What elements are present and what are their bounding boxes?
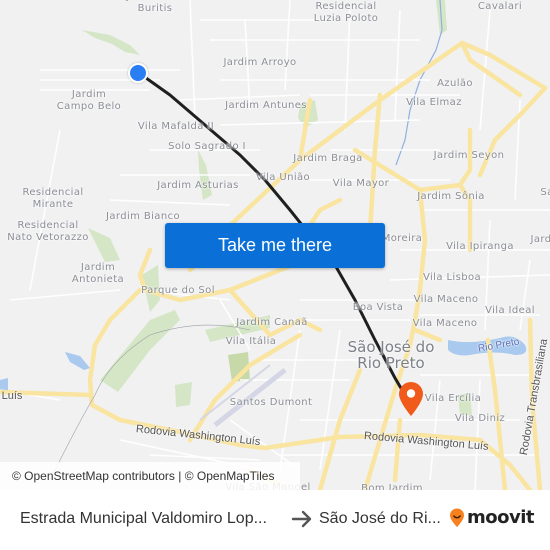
arrow-right-icon [291,510,312,528]
map-label-vila-mafalda-ii: Vila Mafalda II [137,121,215,132]
map-label-vila-ipiranga: Vila Ipiranga [446,241,514,252]
map-label-jardim-braga: Jardim Braga [293,153,363,164]
moovit-logo[interactable]: moovit [449,507,535,528]
map-label-jardim-sonia: Jardim Sônia [417,191,485,202]
map-label-parque-do-sol: Parque do Sol [141,285,215,296]
route-footer: Estrada Municipal Valdomiro Lop... São J… [0,490,550,550]
map-label-jardim-seyon: Jardim Seyon [433,150,505,161]
map-label-vila-lisboa: Vila Lisboa [422,272,482,283]
osm-attribution-link[interactable]: © OpenStreetMap contributors [12,469,175,483]
map-label-vila-ercilia: Vila Ercília [424,393,482,404]
map-label-bom-jardim: Bom Jardim [361,483,423,490]
map-label-vila-diniz: Vila Diniz [454,413,506,424]
map-label-vila-uniao: Vila União [255,172,311,183]
map-label-vila-mayor: Vila Mayor [332,178,390,189]
map-label-jardim-antunes: Jardim Antunes [225,100,307,111]
map-label-boa-vista: Boa Vista [352,302,404,313]
map-label-residencial-mirante: Residencial Mirante [22,187,84,210]
map-label-sa: Sa [540,187,550,198]
map-label-vila-maceno-1: Vila Maceno [413,294,479,305]
map-view[interactable]: Jardim dosBuritis ResidencialLuzia Poloto… [0,0,550,490]
destination-name: São José do Ri... [319,510,441,527]
map-attribution: © OpenStreetMap contributors | © OpenMap… [0,462,300,490]
map-label-cavalari: Cavalari [477,1,523,12]
map-label-jardim-bianco: Jardim Bianco [106,211,180,222]
map-label-luis: Luís [1,390,23,402]
map-label-jard: Jard [530,234,550,245]
attribution-separator: | [174,469,185,483]
origin-location-icon[interactable] [128,63,148,83]
take-me-there-button[interactable]: Take me there [165,223,385,268]
map-label-santos-dumont: Santos Dumont [229,397,313,408]
origin-name: Estrada Municipal Valdomiro Lop... [20,510,267,527]
map-label-jardim-arroyo: Jardim Arroyo [223,57,297,68]
destination-pin-icon[interactable] [397,381,425,417]
map-label-jardim-antonieta: Jardim Antonieta [71,262,125,285]
map-label-jardim-dos-buritis: Jardim dosBuritis [127,0,183,14]
map-label-sao-jose-do-rio-preto: São José do Rio Preto [347,338,435,372]
map-label-vila-elmaz: Vila Elmaz [406,97,462,108]
map-label-azulao: Azulão [437,78,473,89]
map-label-vila-maceno-2: Vila Maceno [412,318,478,329]
map-label-moreira: Moreira [381,233,423,244]
map-label-solo-sagrado-i: Solo Sagrado I [168,141,246,152]
map-label-residencial-luzia-poloto: Residencial Luzia Poloto [313,1,379,24]
map-label-jardim-campo-belo: Jardim Campo Belo [56,89,122,112]
map-label-vila-ideal: Vila Ideal [485,305,535,316]
moovit-pin-icon [450,508,464,527]
map-label-residencial-nato-vetorazzo: Residencial Nato Vetorazzo [7,220,89,243]
map-label-jardim-canaa: Jardim Canaã [236,317,308,328]
map-label-jardim-asturias: Jardim Asturias [157,180,239,191]
map-label-vila-italia: Vila Itália [225,336,277,347]
openmaptiles-attribution-link[interactable]: © OpenMapTiles [185,469,275,483]
moovit-wordmark: moovit [467,507,535,528]
